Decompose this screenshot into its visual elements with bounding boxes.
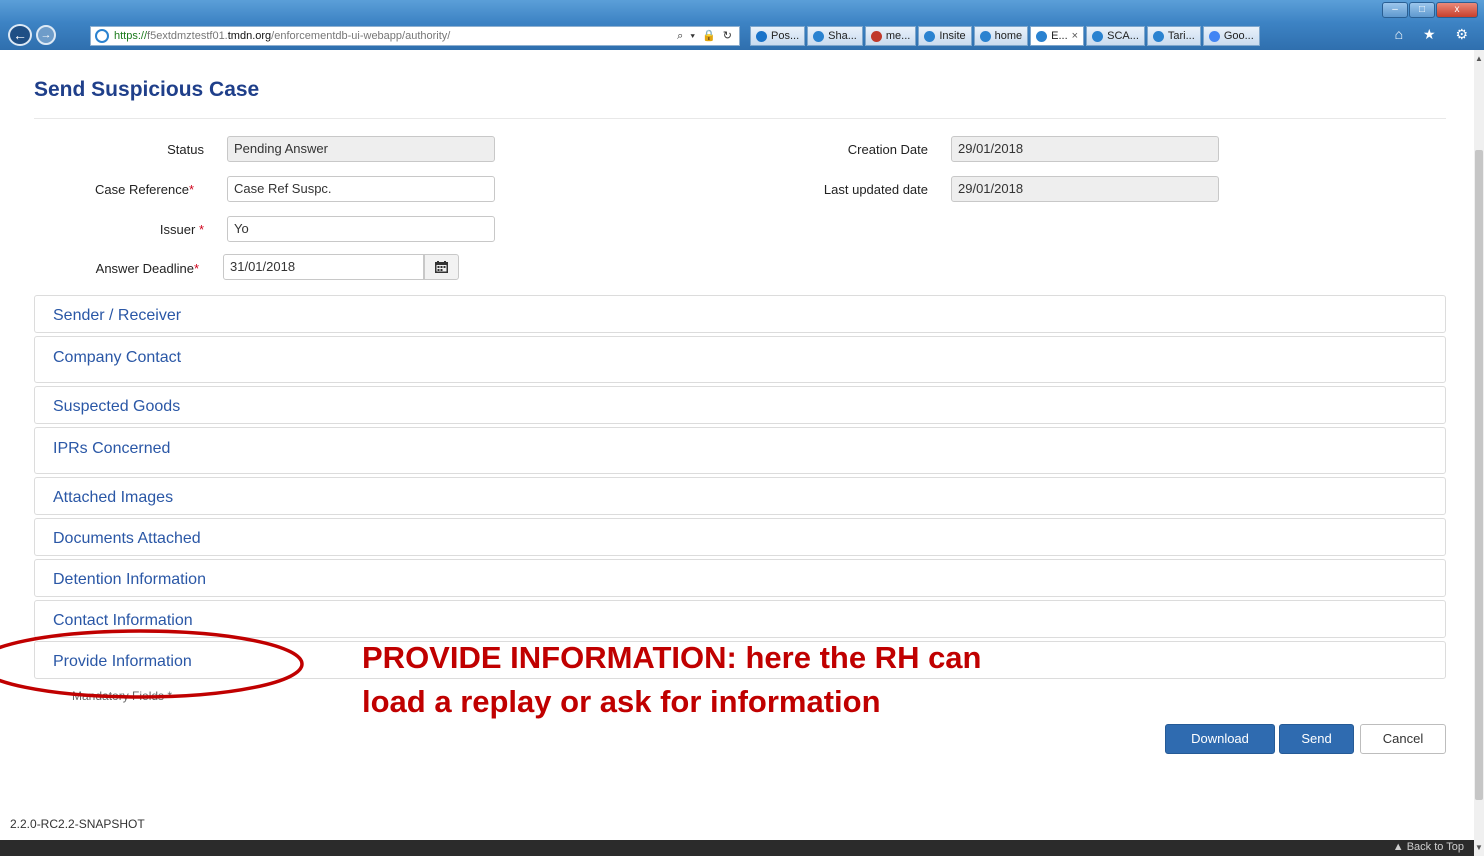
scroll-down-arrow-icon[interactable]: ▼ [1474, 843, 1484, 852]
tab-label: Insite [939, 30, 966, 42]
case-reference-input[interactable]: Case Ref Suspc. [227, 176, 495, 202]
footer-bar: ▲ Back to Top [0, 840, 1474, 856]
tab-label: Tari... [1167, 30, 1195, 42]
tab-label: me... [885, 30, 911, 42]
close-window-button[interactable]: x [1436, 2, 1478, 18]
issuer-label: Issuer * [159, 222, 204, 237]
tab-label: home [994, 30, 1023, 42]
page-title: Send Suspicious Case [34, 78, 260, 101]
status-field: Pending Answer [227, 136, 495, 162]
vertical-scrollbar[interactable]: ▲ ▼ [1474, 50, 1484, 856]
browser-tabs: Pos... Sha... me... Insite home E... × SCA... Ta… [750, 26, 1260, 46]
panel-title: Documents Attached [53, 530, 201, 547]
browser-tab[interactable]: Sha... [807, 26, 863, 46]
last-updated-field: 29/01/2018 [951, 176, 1219, 202]
tab-label: Goo... [1223, 30, 1254, 42]
back-arrow-icon[interactable]: ← [8, 24, 32, 46]
panel-attached-images[interactable]: Attached Images [34, 477, 1446, 515]
creation-date-label: Creation Date [847, 142, 928, 157]
tab-favicon-icon [756, 30, 767, 42]
cancel-button[interactable]: Cancel [1360, 724, 1446, 754]
tab-label: Pos... [771, 30, 800, 42]
panel-sender-receiver[interactable]: Sender / Receiver [34, 295, 1446, 333]
maximize-button[interactable]: □ [1409, 2, 1435, 18]
tab-label: E... [1051, 30, 1068, 42]
tab-close-icon[interactable]: × [1072, 30, 1078, 42]
status-label: Status [167, 142, 204, 157]
answer-deadline-input[interactable]: 31/01/2018 [223, 254, 424, 280]
browser-chrome: – □ x ← → https:// f5extdmztestf01. tmdn… [0, 0, 1484, 50]
ie-page-icon [95, 29, 109, 43]
tab-favicon-icon [1036, 30, 1048, 42]
panel-title: Attached Images [53, 489, 174, 506]
last-updated-label: Last updated date [823, 182, 928, 197]
url-path: /enforcementdb-ui-webapp/authority/ [271, 30, 451, 42]
browser-tab[interactable]: Pos... [750, 26, 806, 46]
browser-tab[interactable]: SCA... [1086, 26, 1145, 46]
download-button[interactable]: Download [1165, 724, 1275, 754]
send-button[interactable]: Send [1279, 724, 1354, 754]
panel-iprs-concerned[interactable]: IPRs Concerned [34, 427, 1446, 474]
callout-ellipse [0, 629, 304, 699]
version-label: 2.2.0-RC2.2-SNAPSHOT [10, 817, 145, 831]
panel-company-contact[interactable]: Company Contact [34, 336, 1446, 383]
browser-tab[interactable]: Insite [918, 26, 972, 46]
url-scheme: https:// [114, 30, 148, 42]
panel-title: Detention Information [53, 571, 206, 588]
annotation-line-1: PROVIDE INFORMATION: here the RH can [362, 640, 982, 675]
panel-title: Sender / Receiver [53, 307, 182, 324]
home-favorites-settings-icons[interactable]: ⌂ ★ ⚙ [1395, 26, 1476, 43]
panel-documents-attached[interactable]: Documents Attached [34, 518, 1446, 556]
browser-tab[interactable]: me... [864, 26, 917, 46]
tab-favicon-icon [1208, 30, 1220, 42]
issuer-input[interactable]: Yo [227, 216, 495, 242]
url-host: tmdn.org [227, 30, 272, 42]
panel-suspected-goods[interactable]: Suspected Goods [34, 386, 1446, 424]
answer-deadline-label: Answer Deadline* [95, 261, 199, 276]
scrollbar-thumb[interactable] [1475, 150, 1483, 800]
browser-tab[interactable]: Tari... [1146, 26, 1201, 46]
address-tools-icons[interactable]: ⌕ ▾ 🔒 ↻ [677, 29, 739, 43]
forward-arrow-icon[interactable]: → [36, 25, 56, 45]
tab-favicon-icon [1152, 30, 1164, 42]
tab-favicon-icon [924, 30, 936, 42]
url-subdomain: f5extdmztestf01. [147, 30, 228, 42]
address-bar[interactable]: https:// f5extdmztestf01. tmdn.org /enfo… [90, 26, 740, 46]
creation-date-field: 29/01/2018 [951, 136, 1219, 162]
panel-detention-information[interactable]: Detention Information [34, 559, 1446, 597]
case-reference-label: Case Reference* [94, 182, 194, 197]
tab-label: SCA... [1107, 30, 1139, 42]
scroll-up-arrow-icon[interactable]: ▲ [1474, 54, 1484, 63]
tab-favicon-icon [1092, 30, 1104, 42]
annotation-line-2: load a replay or ask for information [362, 684, 881, 719]
annotation-text: PROVIDE INFORMATION: here the RH can loa… [362, 636, 1142, 724]
panel-title: IPRs Concerned [53, 440, 171, 457]
tab-favicon-icon [979, 30, 991, 42]
tab-favicon-icon [870, 30, 882, 42]
minimize-button[interactable]: – [1382, 2, 1408, 18]
browser-tab[interactable]: Goo... [1202, 26, 1260, 46]
window-controls: – □ x [1382, 2, 1478, 18]
back-to-top-link[interactable]: ▲ Back to Top [1393, 841, 1464, 853]
panel-title: Company Contact [53, 349, 182, 366]
tab-favicon-icon [813, 30, 825, 42]
tab-label: Sha... [828, 30, 857, 42]
browser-tab[interactable]: E... × [1030, 26, 1085, 46]
panel-title: Suspected Goods [53, 398, 181, 415]
calendar-icon[interactable] [424, 254, 459, 280]
title-divider [34, 118, 1446, 119]
browser-tab[interactable]: home [973, 26, 1029, 46]
